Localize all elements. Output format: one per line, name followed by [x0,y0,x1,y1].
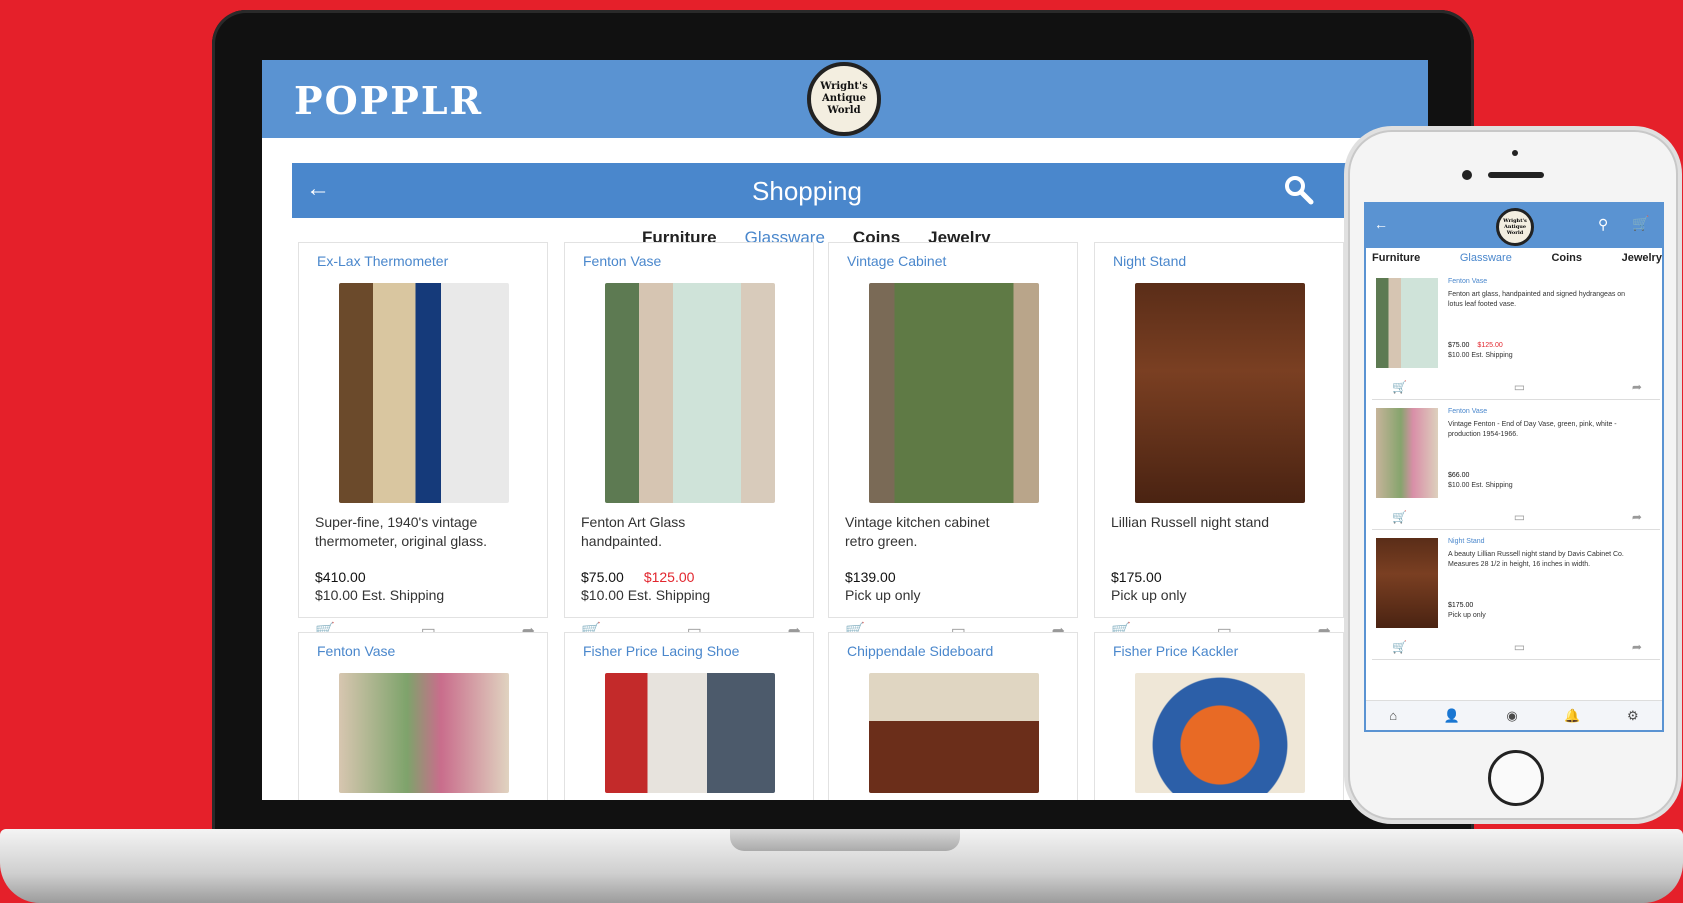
product-price: $66.00 [1448,472,1470,479]
globe-icon[interactable]: ◉ [1506,708,1517,724]
product-image[interactable] [1376,278,1438,368]
shipping-info: Pick up only [845,587,921,603]
top-bar: POPPLR Wright's Antique World [262,60,1428,138]
share-icon[interactable]: ➦ [1632,510,1642,524]
home-icon[interactable]: ⌂ [1389,708,1397,723]
comment-icon[interactable]: ▭ [1514,510,1525,524]
comment-icon[interactable]: ▭ [1514,380,1525,394]
product-title[interactable]: Ex-Lax Thermometer [317,253,448,269]
product-price: $410.00 [315,569,366,585]
product-image[interactable] [605,673,775,793]
share-icon[interactable]: ➦ [1632,380,1642,394]
store-logo[interactable]: Wright's Antique World [1496,208,1534,246]
page-header: ← Shopping [292,163,1392,218]
product-image[interactable] [869,283,1039,503]
home-button[interactable] [1488,750,1544,806]
product-title[interactable]: Chippendale Sideboard [847,643,993,659]
share-icon[interactable]: ➦ [1632,640,1642,654]
notification-icon[interactable]: 🔔 [1564,708,1580,724]
original-price: $125.00 [643,569,695,585]
product-image[interactable] [1135,673,1305,793]
page-title: Shopping [752,176,862,206]
shipping-info: Pick up only [1111,587,1187,603]
product-image[interactable] [339,283,509,503]
desktop-screen: POPPLR Wright's Antique World ← Shopping… [262,60,1428,800]
shipping-info: $10.00 Est. Shipping [581,587,711,603]
product-title[interactable]: Fenton Vase [317,643,395,659]
product-price: $75.00 $125.00 [581,569,695,585]
product-price: $75.00 $125.00 [1448,342,1503,349]
product-card[interactable]: Vintage Cabinet Vintage kitchen cabinet … [828,242,1078,640]
card-actions: 🛒 ▭ ➦ [1392,640,1642,654]
product-description: A beauty Lillian Russell night stand by … [1448,551,1624,568]
product-price: $175.00 [1111,569,1162,585]
original-price: $125.00 [1477,342,1503,349]
search-icon[interactable]: ⚲ [1598,216,1608,233]
product-card[interactable]: Fenton Vase [298,632,548,800]
phone-frame: ← Wright's Antique World ⚲ 🛒 Furniture G… [1348,130,1678,820]
tab-jewelry[interactable]: Jewelry [1622,252,1662,264]
product-price: $139.00 [845,569,896,585]
list-item[interactable]: Fenton Vase Vintage Fenton - End of Day … [1372,402,1660,530]
product-description: Super-fine, 1940's vintage thermometer, … [315,514,487,549]
phone-speaker [1488,172,1544,178]
product-description: Vintage Fenton - End of Day Vase, green,… [1448,421,1617,438]
shipping-info: Pick up only [1448,612,1486,619]
settings-icon[interactable]: ⚙ [1627,708,1639,724]
product-title[interactable]: Vintage Cabinet [847,253,946,269]
tab-coins[interactable]: Coins [1551,252,1582,264]
product-card[interactable]: Chippendale Sideboard [828,632,1078,800]
search-icon[interactable] [1282,173,1316,207]
product-image[interactable] [869,673,1039,793]
cart-icon[interactable]: 🛒 [1632,215,1649,232]
product-card[interactable]: Ex-Lax Thermometer Super-fine, 1940's vi… [298,242,548,640]
product-card[interactable]: Fisher Price Kackler [1094,632,1344,800]
list-item[interactable]: Night Stand A beauty Lillian Russell nig… [1372,532,1660,660]
product-title[interactable]: Fisher Price Lacing Shoe [583,643,739,659]
brand-logo[interactable]: POPPLR [294,78,483,123]
mobile-header: ← Wright's Antique World ⚲ 🛒 [1366,204,1662,248]
laptop-notch [730,829,960,851]
bottom-nav: ⌂ 👤 ◉ 🔔 ⚙ [1366,700,1662,730]
cart-icon[interactable]: 🛒 [1392,380,1407,394]
tab-furniture[interactable]: Furniture [1372,252,1420,264]
store-logo[interactable]: Wright's Antique World [807,62,881,136]
cart-icon[interactable]: 🛒 [1392,640,1407,654]
product-image[interactable] [1135,283,1305,503]
mobile-screen: ← Wright's Antique World ⚲ 🛒 Furniture G… [1364,202,1664,732]
product-price: $175.00 [1448,602,1474,609]
product-image[interactable] [1376,408,1438,498]
profile-icon[interactable]: 👤 [1444,708,1460,724]
product-description: Vintage kitchen cabinet retro green. [845,514,990,549]
mobile-category-tabs: Furniture Glassware Coins Jewelry [1372,252,1662,264]
phone-camera [1462,170,1472,180]
product-description: Fenton art glass, handpainted and signed… [1448,291,1626,308]
product-description: Fenton Art Glass handpainted. [581,514,686,549]
card-actions: 🛒 ▭ ➦ [1392,510,1642,524]
card-actions: 🛒 ▭ ➦ [1392,380,1642,394]
product-title[interactable]: Fenton Vase [1448,408,1487,415]
back-arrow-icon[interactable]: ← [1374,216,1388,232]
product-image[interactable] [605,283,775,503]
tab-glassware[interactable]: Glassware [1460,252,1512,264]
phone-sensor [1512,150,1518,156]
comment-icon[interactable]: ▭ [1514,640,1525,654]
shipping-info: $10.00 Est. Shipping [315,587,445,603]
product-title[interactable]: Fisher Price Kackler [1113,643,1238,659]
product-card[interactable]: Fisher Price Lacing Shoe [564,632,814,800]
product-description: Lillian Russell night stand [1111,514,1269,530]
product-image[interactable] [339,673,509,793]
product-card[interactable]: Night Stand Lillian Russell night stand … [1094,242,1344,640]
list-item[interactable]: Fenton Vase Fenton art glass, handpainte… [1372,272,1660,400]
product-title[interactable]: Night Stand [1113,253,1186,269]
product-card[interactable]: Fenton Vase Fenton Art Glass handpainted… [564,242,814,640]
shipping-info: $10.00 Est. Shipping [1448,482,1513,489]
cart-icon[interactable]: 🛒 [1392,510,1407,524]
shipping-info: $10.00 Est. Shipping [1448,352,1513,359]
product-title[interactable]: Night Stand [1448,538,1485,545]
product-title[interactable]: Fenton Vase [583,253,661,269]
product-title[interactable]: Fenton Vase [1448,278,1487,285]
product-image[interactable] [1376,538,1438,628]
